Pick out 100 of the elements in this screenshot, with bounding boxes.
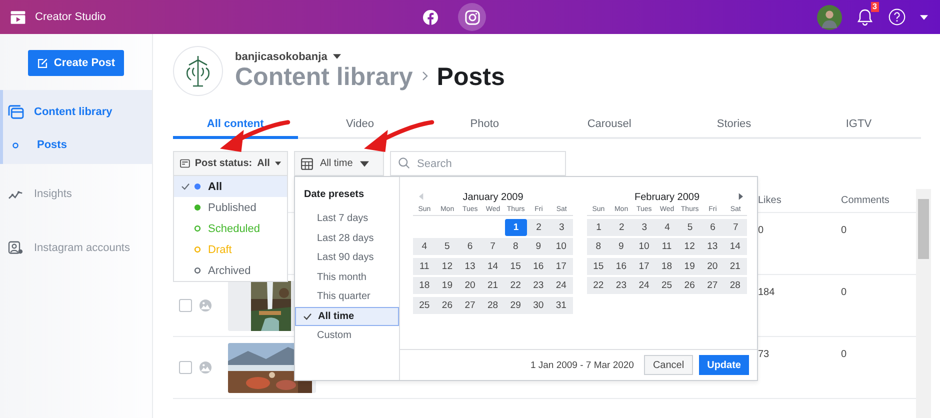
calendar-day[interactable]: 7 — [724, 218, 747, 236]
search-field[interactable]: Search — [390, 151, 566, 176]
calendar-day[interactable]: 19 — [436, 277, 459, 294]
calendar-day[interactable]: 20 — [700, 258, 724, 274]
calendar-day[interactable]: 4 — [413, 238, 436, 255]
status-option[interactable]: Archived — [174, 260, 287, 281]
calendar-day[interactable]: 8 — [504, 238, 527, 255]
status-option[interactable]: Published — [174, 197, 287, 218]
calendar-day[interactable]: 12 — [678, 238, 701, 255]
calendar-day[interactable]: 22 — [587, 277, 610, 294]
date-preset-option[interactable]: Last 28 days — [295, 228, 399, 248]
content-tab[interactable]: Photo — [422, 111, 548, 139]
calendar-day[interactable]: 6 — [458, 238, 482, 255]
instagram-tab[interactable] — [458, 3, 486, 31]
row-checkbox[interactable] — [179, 361, 192, 374]
column-header[interactable]: Comments — [841, 195, 916, 206]
calendar-day[interactable]: 10 — [632, 238, 656, 255]
calendar-day[interactable]: 20 — [458, 277, 482, 294]
calendar-day[interactable]: 23 — [610, 277, 633, 294]
calendar-day[interactable]: 11 — [413, 258, 436, 274]
calendar-day[interactable]: 26 — [678, 277, 701, 294]
calendar-day[interactable]: 29 — [504, 296, 527, 314]
calendar-day[interactable]: 9 — [610, 238, 633, 255]
calendar-day[interactable]: 13 — [458, 258, 482, 274]
calendar-day[interactable]: 1 — [504, 218, 528, 236]
calendar-day[interactable]: 28 — [724, 277, 747, 294]
date-preset-option[interactable]: All time — [295, 306, 399, 326]
calendar-day[interactable]: 3 — [633, 218, 656, 236]
content-tab[interactable]: IGTV — [796, 111, 922, 139]
calendar-day[interactable]: 28 — [481, 296, 504, 314]
calendar-day[interactable]: 14 — [481, 258, 504, 274]
calendar-day[interactable]: 21 — [481, 277, 504, 294]
calendar-day[interactable]: 30 — [526, 296, 550, 314]
calendar-day[interactable]: 25 — [655, 277, 678, 294]
content-tab[interactable]: Stories — [672, 111, 796, 139]
calendar-day[interactable]: 27 — [700, 277, 724, 294]
nav-item[interactable]: Content library — [3, 100, 152, 124]
content-tab[interactable]: Carousel — [547, 111, 672, 139]
calendar-day[interactable]: 2 — [610, 218, 634, 236]
calendar-day[interactable]: 10 — [550, 238, 573, 255]
list-icon — [180, 158, 190, 169]
calendar-day[interactable]: 16 — [526, 258, 550, 274]
scrollbar[interactable] — [916, 189, 931, 418]
calendar-day[interactable]: 24 — [632, 277, 656, 294]
account-switcher[interactable]: banjicasokobanja — [235, 50, 505, 62]
calendar-day[interactable]: 5 — [678, 218, 702, 236]
photo-type-icon — [199, 361, 212, 374]
update-button[interactable]: Update — [699, 355, 749, 375]
calendar-day[interactable]: 27 — [458, 296, 482, 314]
content-tab[interactable]: Video — [298, 111, 422, 139]
account-settings-icon — [8, 241, 24, 255]
account-logo — [173, 46, 223, 96]
calendar-day[interactable]: 8 — [587, 238, 610, 255]
calendar-day[interactable]: 2 — [527, 218, 550, 236]
calendar-day[interactable]: 17 — [550, 258, 573, 274]
calendar-day[interactable]: 9 — [526, 238, 550, 255]
calendar-day[interactable]: 5 — [436, 238, 459, 255]
calendar-day[interactable]: 19 — [678, 258, 701, 274]
calendar-day[interactable]: 13 — [700, 238, 724, 255]
row-checkbox[interactable] — [179, 299, 192, 312]
calendar-day[interactable]: 24 — [550, 277, 573, 294]
notifications-icon[interactable] — [856, 8, 874, 26]
post-status-dropdown[interactable]: Post status: All — [173, 151, 288, 176]
calendar-day[interactable]: 15 — [587, 258, 610, 274]
calendar-day[interactable]: 12 — [436, 258, 459, 274]
calendar-day[interactable]: 11 — [655, 238, 678, 255]
calendar-day[interactable]: 21 — [724, 258, 747, 274]
calendar-day[interactable]: 18 — [655, 258, 678, 274]
create-post-button[interactable]: Create Post — [28, 50, 124, 76]
calendar-day[interactable]: 18 — [413, 277, 436, 294]
calendar-day[interactable]: 17 — [632, 258, 656, 274]
caret-icon[interactable] — [920, 14, 928, 20]
date-preset-option[interactable]: Last 7 days — [295, 209, 399, 228]
date-preset-option[interactable]: This quarter — [295, 287, 399, 306]
check-icon — [181, 183, 190, 190]
calendar-day[interactable]: 22 — [504, 277, 527, 294]
nav-subitem[interactable]: Posts — [3, 134, 152, 156]
status-option[interactable]: All — [174, 176, 287, 197]
next-month-icon[interactable] — [738, 193, 743, 200]
calendar-day[interactable]: 15 — [504, 258, 527, 274]
calendar-day[interactable]: 6 — [701, 218, 724, 236]
calendar-day[interactable]: 14 — [724, 238, 747, 255]
date-range-dropdown[interactable]: All time — [294, 151, 384, 176]
date-preset-option[interactable]: This month — [295, 268, 399, 287]
calendar-day[interactable]: 7 — [481, 238, 504, 255]
calendar-day[interactable]: 26 — [436, 296, 459, 314]
comments-cell-text: 0 — [841, 348, 848, 360]
calendar-day[interactable]: 4 — [656, 218, 679, 236]
date-preset-option[interactable]: Last 90 days — [295, 248, 399, 268]
cancel-button[interactable]: Cancel — [644, 355, 694, 375]
column-header[interactable]: Likes — [758, 195, 841, 206]
calendar-day[interactable]: 31 — [550, 296, 573, 314]
calendar-day[interactable]: 25 — [413, 296, 436, 314]
calendar-day[interactable]: 1 — [587, 218, 610, 236]
calendar-day[interactable]: 3 — [550, 218, 573, 236]
calendar-day[interactable]: 23 — [526, 277, 550, 294]
date-preset-option[interactable]: Custom — [295, 326, 399, 346]
user-avatar[interactable] — [817, 4, 842, 30]
calendar-day[interactable]: 16 — [610, 258, 633, 274]
help-icon[interactable] — [888, 8, 906, 26]
